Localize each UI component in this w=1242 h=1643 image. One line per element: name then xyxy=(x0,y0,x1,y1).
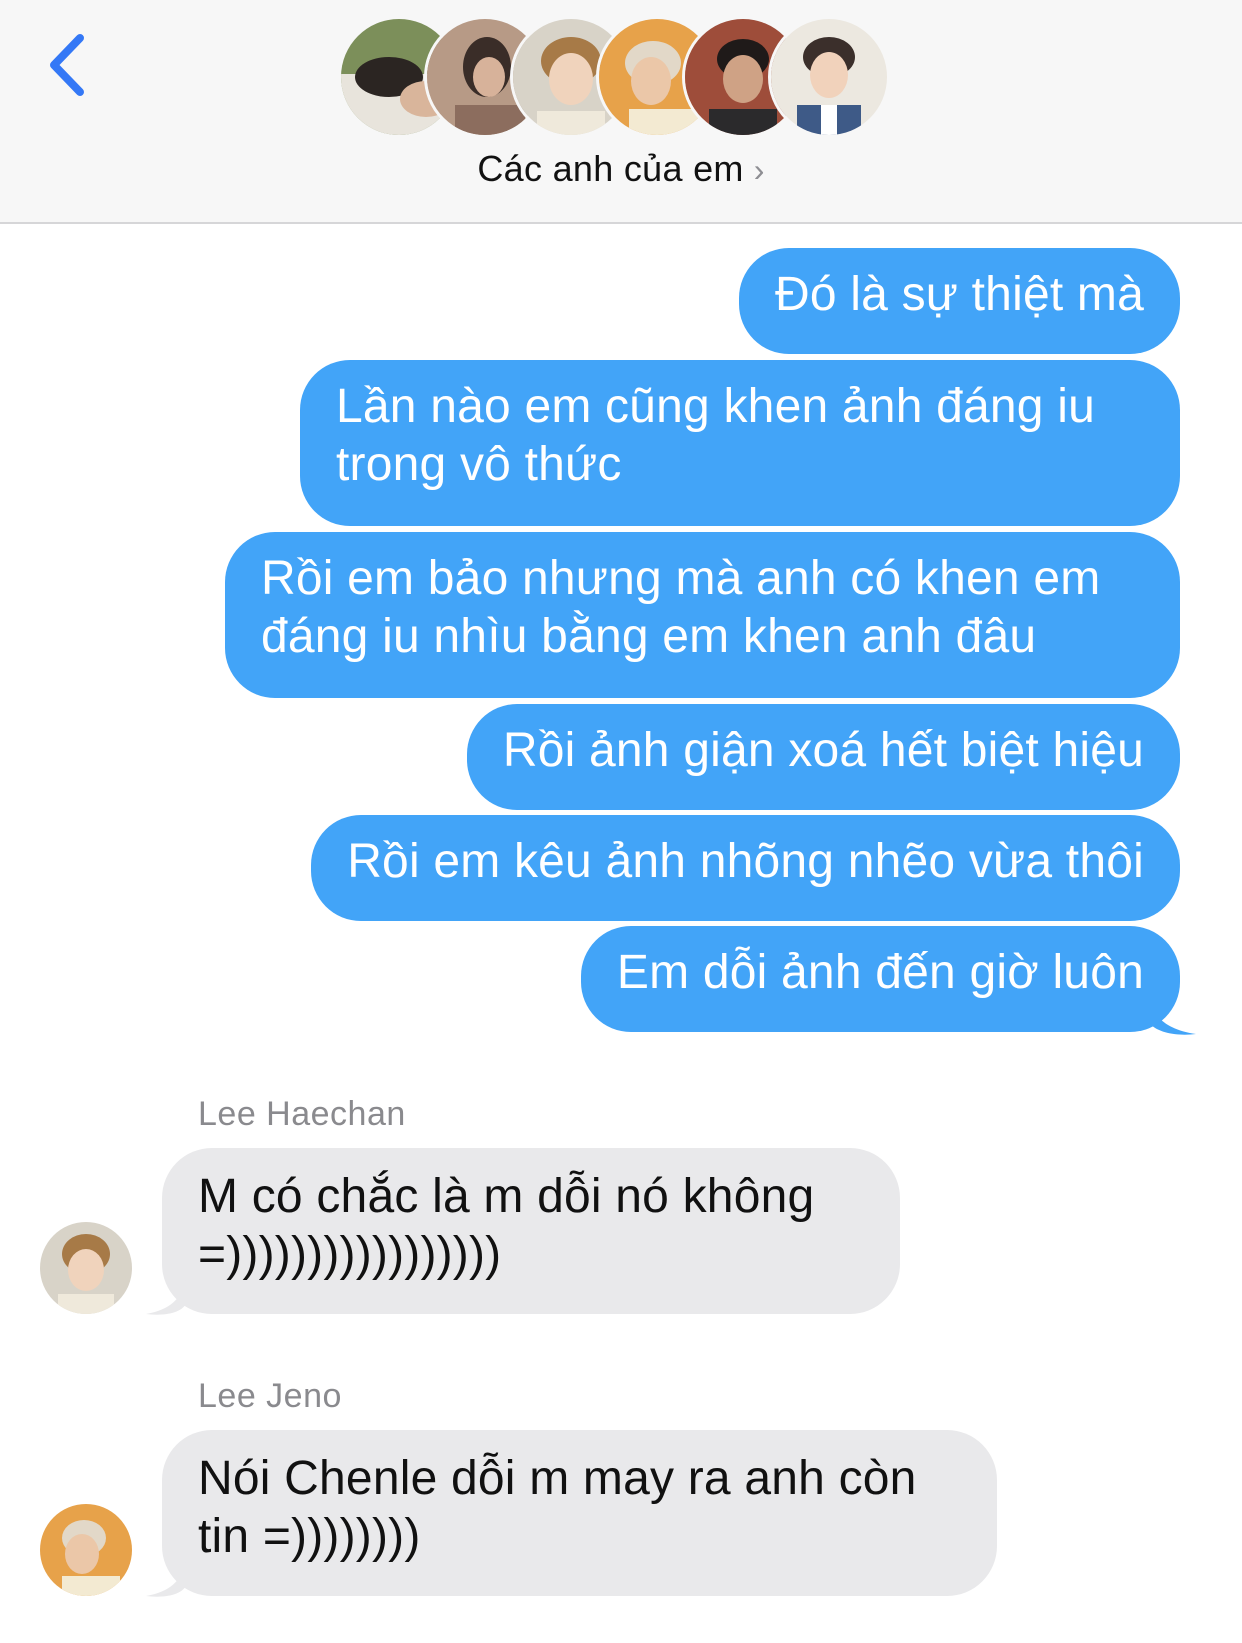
outgoing-message[interactable]: Rồi em kêu ảnh nhõng nhẽo vừa thôi xyxy=(311,815,1180,921)
chevron-left-icon xyxy=(50,34,84,96)
outgoing-message[interactable]: Đó là sự thiệt mà xyxy=(738,248,1180,354)
member-avatar xyxy=(768,16,890,138)
sender-avatar[interactable] xyxy=(40,1222,132,1314)
message-text: Lần nào em cũng khen ảnh đáng iu trong v… xyxy=(336,380,1096,491)
bubble-tail xyxy=(146,1280,186,1315)
message-text: Rồi ảnh giận xoá hết biệt hiệu xyxy=(502,724,1144,777)
bubble-tail xyxy=(1150,1000,1196,1035)
sender-avatar[interactable] xyxy=(40,1504,132,1596)
message-text: Nói Chenle dỗi m may ra anh còn tin =)))… xyxy=(198,1452,917,1563)
back-button[interactable] xyxy=(40,30,100,100)
message-text: Rồi em bảo nhưng mà anh có khen em đáng … xyxy=(261,552,1101,663)
outgoing-message[interactable]: Lần nào em cũng khen ảnh đáng iu trong v… xyxy=(300,360,1180,526)
message-text: M có chắc là m dỗi nó không =)))))))))))… xyxy=(198,1170,815,1281)
chevron-right-icon: › xyxy=(753,152,765,188)
group-title-button[interactable]: Các anh của em › xyxy=(0,148,1242,190)
message-text: Đó là sự thiệt mà xyxy=(774,268,1144,321)
outgoing-message[interactable]: Rồi ảnh giận xoá hết biệt hiệu xyxy=(466,704,1180,810)
conversation-header: Các anh của em › xyxy=(0,0,1242,224)
message-text: Em dỗi ảnh đến giờ luôn xyxy=(616,946,1144,999)
incoming-message[interactable]: M có chắc là m dỗi nó không =)))))))))))… xyxy=(162,1148,900,1314)
outgoing-message[interactable]: Em dỗi ảnh đến giờ luôn xyxy=(580,926,1180,1032)
group-avatars[interactable] xyxy=(338,16,918,140)
incoming-message[interactable]: Nói Chenle dỗi m may ra anh còn tin =)))… xyxy=(162,1430,997,1596)
outgoing-message[interactable]: Rồi em bảo nhưng mà anh có khen em đáng … xyxy=(225,532,1180,698)
bubble-tail xyxy=(146,1562,186,1597)
sender-name: Lee Jeno xyxy=(198,1377,342,1415)
message-text: Rồi em kêu ảnh nhõng nhẽo vừa thôi xyxy=(347,835,1144,888)
sender-name: Lee Haechan xyxy=(198,1095,406,1133)
group-name: Các anh của em xyxy=(477,148,744,189)
